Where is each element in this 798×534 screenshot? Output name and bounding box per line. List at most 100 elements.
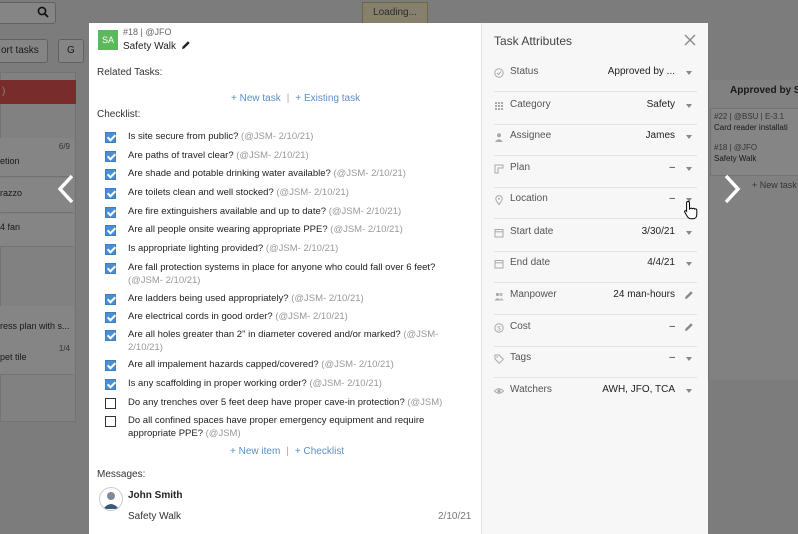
close-icon[interactable]	[683, 33, 697, 47]
attribute-label: Plan	[510, 162, 531, 173]
attribute-manpower[interactable]: Manpower 24 man-hours	[494, 282, 697, 315]
checklist-checkbox[interactable]	[105, 207, 116, 218]
messages-label: Messages:	[97, 469, 146, 480]
checklist-item-meta: (@JSM- 2/10/21)	[309, 378, 382, 389]
checklist-item-label: Are electrical cords in good order?	[128, 311, 273, 322]
attribute-label: Location	[510, 193, 548, 204]
checklist-checkbox[interactable]	[105, 379, 116, 390]
checklist-checkbox[interactable]	[105, 244, 116, 255]
checklist-item-text: Are toilets clean and well stocked? (@JS…	[128, 187, 448, 200]
checklist-item-label: Are all holes greater than 2" in diamete…	[128, 329, 401, 340]
checklist-checkbox[interactable]	[105, 360, 116, 371]
chevron-down-icon[interactable]	[686, 104, 692, 108]
link-separator: |	[286, 446, 289, 457]
person-icon	[494, 132, 504, 142]
status-check-icon	[494, 68, 504, 78]
calendar-icon	[494, 228, 504, 238]
chevron-down-icon[interactable]	[686, 262, 692, 266]
checklist-checkbox[interactable]	[105, 312, 116, 323]
hand-cursor-icon	[683, 200, 699, 223]
checklist-item-label: Are all impalement hazards capped/covere…	[128, 359, 319, 370]
category-grid-icon	[494, 101, 504, 111]
checklist-item-meta: (@JSM- 2/10/21)	[330, 224, 403, 235]
checklist-checkbox[interactable]	[105, 263, 116, 274]
checklist-checkbox[interactable]	[105, 225, 116, 236]
task-title[interactable]: Safety Walk	[123, 40, 191, 53]
checklist-checkbox[interactable]	[105, 330, 116, 341]
chevron-down-icon[interactable]	[686, 357, 692, 361]
attribute-value: –	[669, 321, 675, 332]
chevron-down-icon[interactable]	[686, 71, 692, 75]
attribute-tags[interactable]: Tags –	[494, 345, 697, 378]
next-task-arrow-icon[interactable]	[714, 172, 748, 206]
attribute-assignee[interactable]: Assignee James	[494, 123, 697, 156]
link-separator: |	[286, 93, 290, 104]
checklist-item-text: Are electrical cords in good order? (@JS…	[128, 311, 448, 324]
attribute-end-date[interactable]: End date 4/4/21	[494, 250, 697, 283]
checklist-item-text: Do any trenches over 5 feet deep have pr…	[128, 397, 448, 410]
attribute-plan[interactable]: Plan –	[494, 155, 697, 188]
task-attributes-panel: Task Attributes Status Approved by ... C…	[481, 23, 708, 534]
checklist-item-meta: (@JSM- 2/10/21)	[275, 311, 348, 322]
checklist-item-label: Are ladders being used appropriately?	[128, 293, 289, 304]
task-detail-modal: SA #18 | @JFO Safety Walk Related Tasks:…	[89, 23, 708, 534]
attribute-value: James	[645, 130, 675, 141]
edit-pencil-icon[interactable]	[684, 290, 694, 303]
attribute-location[interactable]: Location –	[494, 186, 697, 219]
checklist-item-label: Are shade and potable drinking water ava…	[128, 168, 331, 179]
task-detail-main: SA #18 | @JFO Safety Walk Related Tasks:…	[89, 23, 481, 534]
new-checklist-item-link[interactable]: + New item	[230, 446, 280, 457]
checklist-item-label: Is appropriate lighting provided?	[128, 243, 264, 254]
checklist-item-label: Do all confined spaces have proper emerg…	[128, 415, 425, 439]
edit-pencil-icon[interactable]	[684, 322, 694, 335]
checklist-item-text: Are ladders being used appropriately? (@…	[128, 293, 448, 306]
people-icon	[494, 291, 504, 301]
user-avatar-icon	[99, 487, 123, 511]
checklist-checkbox[interactable]	[105, 132, 116, 143]
chevron-down-icon[interactable]	[686, 231, 692, 235]
chevron-down-icon[interactable]	[686, 167, 692, 171]
plan-icon	[494, 164, 504, 174]
attribute-watchers[interactable]: Watchers AWH, JFO, TCA	[493, 377, 697, 409]
attribute-cost[interactable]: $ Cost –	[494, 314, 697, 347]
attribute-label: Category	[510, 99, 551, 110]
message-date: 2/10/21	[438, 511, 472, 522]
checklist-item-meta: (@JSM- 2/10/21)	[333, 168, 406, 179]
task-title-text: Safety Walk	[123, 41, 176, 52]
edit-pencil-icon[interactable]	[181, 40, 191, 53]
add-checklist-link[interactable]: + Checklist	[295, 446, 344, 457]
attribute-value: –	[669, 162, 675, 173]
task-avatar: SA	[98, 30, 118, 50]
checklist-item-label: Is site secure from public?	[128, 131, 239, 142]
checklist-checkbox[interactable]	[105, 416, 116, 427]
checklist-checkbox[interactable]	[105, 169, 116, 180]
checklist-item-text: Is site secure from public? (@JSM- 2/10/…	[128, 131, 448, 144]
tag-icon	[494, 354, 505, 365]
attribute-label: Cost	[510, 321, 531, 332]
chevron-down-icon[interactable]	[686, 135, 692, 139]
checklist-item-meta: (@JSM- 2/10/21)	[291, 293, 364, 304]
attribute-value: AWH, JFO, TCA	[602, 384, 675, 395]
attribute-value: 4/4/21	[647, 257, 675, 268]
attribute-category[interactable]: Category Safety	[494, 92, 697, 125]
checklist-item-meta: (@JSM- 2/10/21)	[236, 150, 309, 161]
checklist-checkbox[interactable]	[105, 188, 116, 199]
attribute-label: Start date	[510, 226, 554, 237]
task-attributes-title: Task Attributes	[494, 34, 573, 48]
attribute-label: Assignee	[510, 130, 552, 141]
attribute-status[interactable]: Status Approved by ...	[494, 59, 697, 92]
attribute-value: 24 man-hours	[613, 289, 675, 300]
checklist-checkbox[interactable]	[105, 294, 116, 305]
previous-task-arrow-icon[interactable]	[50, 172, 84, 206]
eye-icon	[493, 386, 505, 396]
checklist-item-meta: (@JSM- 2/10/21)	[276, 187, 349, 198]
attribute-start-date[interactable]: Start date 3/30/21	[494, 219, 697, 252]
new-task-link[interactable]: + New task	[231, 93, 281, 104]
chevron-down-icon[interactable]	[686, 389, 692, 393]
svg-text:$: $	[497, 325, 501, 332]
checklist-item-text: Are fire extinguishers available and up …	[128, 206, 448, 219]
checklist-checkbox[interactable]	[105, 398, 116, 409]
attribute-value: –	[669, 193, 675, 204]
checklist-checkbox[interactable]	[105, 151, 116, 162]
existing-task-link[interactable]: + Existing task	[295, 93, 360, 104]
